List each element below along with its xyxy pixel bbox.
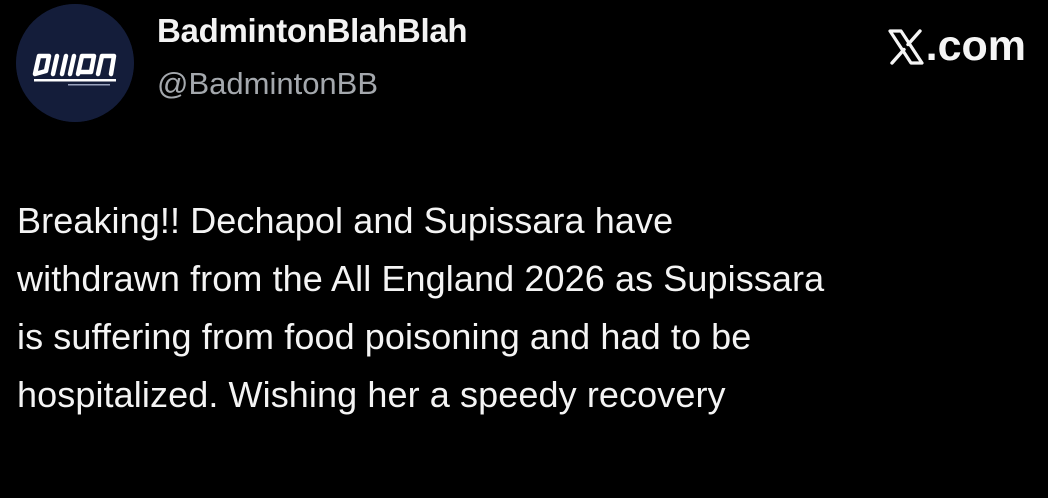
- user-handle[interactable]: @BadmintonBB: [157, 66, 378, 102]
- avatar[interactable]: [16, 4, 134, 122]
- tweet-line: Breaking!! Dechapol and Supissara have: [17, 200, 674, 241]
- site-domain: .com: [925, 22, 1026, 70]
- x-logo-icon: [887, 28, 925, 66]
- tweet-line: hospitalized. Wishing her a speedy recov…: [17, 374, 726, 415]
- tweet-card: BadmintonBlahBlah @BadmintonBB .com Brea…: [0, 0, 1048, 498]
- tweet-line: withdrawn from the All England 2026 as S…: [17, 258, 825, 299]
- site-mark: .com: [887, 22, 1026, 71]
- badminton-logo-icon: [16, 4, 134, 122]
- tweet-line: is suffering from food poisoning and had…: [17, 316, 752, 357]
- tweet-text: Breaking!! Dechapol and Supissara have w…: [17, 192, 1047, 424]
- display-name[interactable]: BadmintonBlahBlah: [157, 12, 468, 50]
